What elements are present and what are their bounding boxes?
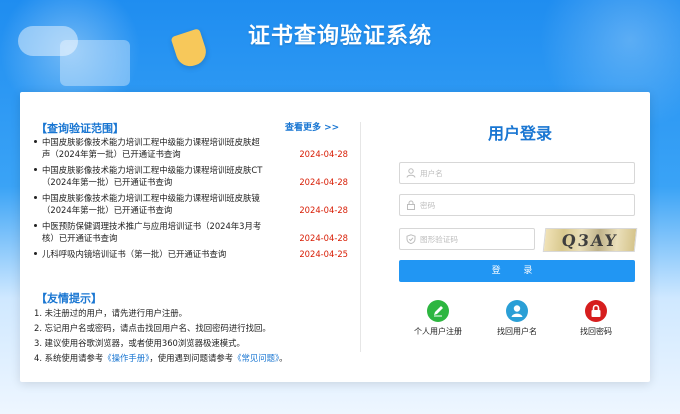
main-panel: 【查询验证范围】 查看更多 >> 中国皮肤影像技术能力培训工程中级能力课程培训班… <box>20 92 650 382</box>
news-item-text[interactable]: 中国皮肤影像技术能力培训工程中级能力课程培训班皮肤镜（2024年第一批）已开通证… <box>42 192 268 216</box>
news-item-date: 2024-04-28 <box>299 177 348 187</box>
news-item[interactable]: 中国皮肤影像技术能力培训工程中级能力课程培训班皮肤镜（2024年第一批）已开通证… <box>34 192 354 216</box>
password-input[interactable]: 密码 <box>399 194 635 216</box>
lock-icon <box>407 200 415 210</box>
news-item-date: 2024-04-28 <box>299 233 348 243</box>
captcha-image[interactable]: Q3AY <box>542 228 638 252</box>
recover-username-link[interactable]: 找回用户名 <box>482 300 552 337</box>
lock-icon <box>585 300 607 322</box>
captcha-input[interactable]: 图形验证码 <box>399 228 535 250</box>
username-placeholder: 用户名 <box>420 169 443 178</box>
tip-item: 4. 系统使用请参考《操作手册》，使用遇到问题请参考《常见问题》。 <box>34 351 354 366</box>
login-title: 用户登录 <box>487 124 552 143</box>
username-input[interactable]: 用户名 <box>399 162 635 184</box>
news-item-date: 2024-04-28 <box>299 149 348 159</box>
news-item-date: 2024-04-28 <box>299 205 348 215</box>
view-more-link[interactable]: 查看更多 >> <box>285 120 339 133</box>
tip-item: 2. 忘记用户名或密码，请点击找回用户名、找回密码进行找回。 <box>34 323 271 333</box>
pencil-icon <box>427 300 449 322</box>
query-scope-title: 【查询验证范围】 <box>36 122 124 135</box>
page-title: 证书查询验证系统 <box>247 24 432 49</box>
shield-check-icon <box>406 234 416 244</box>
tip-text: ，使用遇到问题请参考 <box>149 353 234 363</box>
tip-item: 3. 建议使用谷歌浏览器，或者使用360浏览器极速模式。 <box>34 338 245 348</box>
news-item[interactable]: 中医预防保健调理技术推广与应用培训证书（2024年3月考核）已开通证书查询 20… <box>34 220 354 244</box>
recover-username-label: 找回用户名 <box>497 327 537 336</box>
tips-title: 【友情提示】 <box>36 292 102 305</box>
recover-password-label: 找回密码 <box>580 327 612 336</box>
tip-text: 。 <box>279 353 288 363</box>
news-item-text[interactable]: 中医预防保健调理技术推广与应用培训证书（2024年3月考核）已开通证书查询 <box>42 220 268 244</box>
news-item[interactable]: 儿科呼吸内镜培训证书（第一批）已开通证书查询 2024-04-25 <box>34 248 354 260</box>
manual-link[interactable]: 《操作手册》 <box>103 353 149 363</box>
news-item[interactable]: 中国皮肤影像技术能力培训工程中级能力课程培训班皮肤超声（2024年第一批）已开通… <box>34 136 354 160</box>
user-icon <box>506 300 528 322</box>
panel-divider <box>360 122 361 352</box>
tips-list: 1. 未注册过的用户，请先进行用户注册。 2. 忘记用户名或密码，请点击找回用户… <box>34 306 354 366</box>
tip-text: 4. 系统使用请参考 <box>34 353 104 363</box>
tip-item: 1. 未注册过的用户，请先进行用户注册。 <box>34 308 188 318</box>
register-label: 个人用户注册 <box>414 327 462 336</box>
news-item[interactable]: 中国皮肤影像技术能力培训工程中级能力课程培训班皮肤CT（2024年第一批）已开通… <box>34 164 354 188</box>
news-list: 中国皮肤影像技术能力培训工程中级能力课程培训班皮肤超声（2024年第一批）已开通… <box>34 136 354 264</box>
news-item-text[interactable]: 中国皮肤影像技术能力培训工程中级能力课程培训班皮肤超声（2024年第一批）已开通… <box>42 136 268 160</box>
faq-link[interactable]: 《常见问题》 <box>233 353 279 363</box>
register-link[interactable]: 个人用户注册 <box>403 300 473 337</box>
captcha-placeholder: 图形验证码 <box>420 235 458 244</box>
news-item-date: 2024-04-25 <box>299 249 348 259</box>
user-icon <box>406 168 416 178</box>
login-button[interactable]: 登 录 <box>399 260 635 282</box>
news-item-text[interactable]: 儿科呼吸内镜培训证书（第一批）已开通证书查询 <box>42 248 268 260</box>
password-placeholder: 密码 <box>420 201 436 210</box>
recover-password-link[interactable]: 找回密码 <box>561 300 631 337</box>
news-item-text[interactable]: 中国皮肤影像技术能力培训工程中级能力课程培训班皮肤CT（2024年第一批）已开通… <box>42 164 268 188</box>
